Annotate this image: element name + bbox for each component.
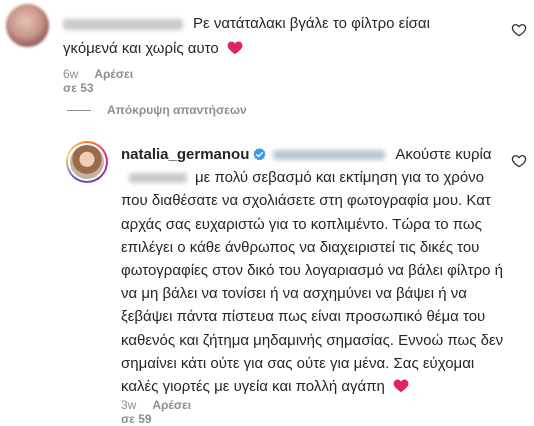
hide-replies-label: Απόκρυψη απαντήσεων [107, 103, 247, 117]
commenter-username-redacted[interactable] [63, 18, 183, 30]
reply-text-part1: Ακούστε κυρία [395, 146, 492, 163]
addressee-name-redacted [129, 173, 187, 184]
avatar-ring-inner [68, 143, 106, 181]
heart-outline-icon[interactable] [511, 22, 527, 38]
mention-redacted[interactable] [273, 150, 386, 161]
heart-outline-icon[interactable] [511, 153, 527, 169]
reply-time[interactable]: 3w [121, 398, 136, 412]
commenter-avatar[interactable] [6, 4, 49, 47]
reply-text-part2: με πολύ σεβασμό και εκτίμηση για το χρόν… [121, 169, 504, 396]
comment-1-body: Ρε νατάταλακι βγάλε το φίλτρο είσαι γκόμ… [63, 11, 483, 61]
red-heart-emoji-icon [227, 41, 243, 55]
reply-username[interactable]: natalia_germanou [121, 146, 249, 163]
comment-1-time[interactable]: 6w [63, 67, 78, 81]
comment-1-meta: 6w Αρέσει σε 53 [63, 67, 133, 95]
avatar-photo [70, 145, 104, 179]
hide-replies-button[interactable]: Απόκρυψη απαντήσεων [67, 103, 247, 117]
replier-avatar[interactable] [66, 141, 108, 183]
replies-divider [67, 109, 91, 111]
reply-meta: 3w Αρέσει σε 59 [121, 398, 191, 426]
reply-body: natalia_germanou Ακούστε κυρία με πολύ σε… [121, 143, 511, 398]
verified-badge-icon [253, 147, 266, 161]
red-heart-emoji-icon [393, 379, 409, 393]
